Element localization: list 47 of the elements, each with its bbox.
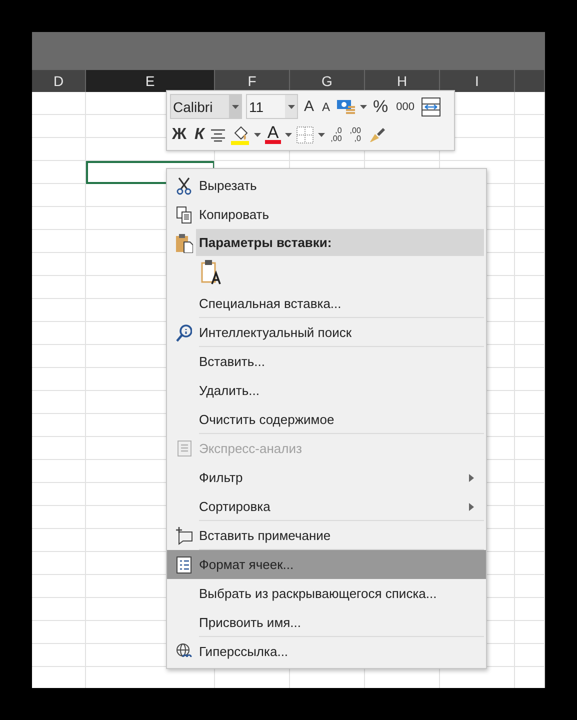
bold-button[interactable]: Ж bbox=[170, 126, 188, 144]
borders-icon bbox=[296, 126, 314, 144]
paste-values-button[interactable] bbox=[199, 258, 223, 286]
copy-icon bbox=[176, 206, 192, 224]
format-cells-icon bbox=[176, 556, 192, 574]
clipboard-letter-icon bbox=[200, 258, 222, 284]
fill-color-icon bbox=[230, 124, 250, 144]
menu-item[interactable]: Присвоить имя... bbox=[167, 608, 486, 637]
percent-button[interactable]: % bbox=[371, 96, 390, 116]
caret-icon bbox=[318, 132, 325, 136]
caret-icon bbox=[254, 132, 262, 136]
menu-item[interactable]: Гиперссылка... bbox=[167, 637, 486, 666]
menu-item[interactable]: Вставить... bbox=[167, 347, 486, 376]
comment-icon bbox=[175, 526, 193, 544]
wrap-icon bbox=[420, 96, 441, 116]
list-icon bbox=[176, 440, 192, 458]
font-color-button[interactable]: A bbox=[265, 125, 281, 144]
caret-icon bbox=[360, 104, 368, 108]
font-field[interactable]: Calibri bbox=[170, 94, 242, 119]
menu-item[interactable]: Вставить примечание bbox=[167, 521, 486, 550]
font-size-field[interactable]: 11 bbox=[246, 94, 298, 119]
menu-item[interactable]: Выбрать из раскрывающегося списка... bbox=[167, 579, 486, 608]
italic-button[interactable]: К bbox=[192, 126, 206, 144]
align-center-icon bbox=[210, 128, 226, 142]
menu-item[interactable]: Очистить содержимое bbox=[167, 405, 486, 434]
scissors-icon bbox=[176, 176, 192, 194]
caret-icon bbox=[232, 104, 238, 108]
shrink-font-button[interactable]: A bbox=[320, 100, 332, 114]
search-icon bbox=[176, 324, 192, 342]
clipboard-icon bbox=[175, 232, 193, 252]
menu-item[interactable]: Формат ячеек... bbox=[167, 550, 486, 579]
column-header[interactable]: E bbox=[86, 70, 215, 92]
grow-font-button[interactable]: A bbox=[302, 98, 316, 115]
menu-section-header: Параметры вставки: bbox=[196, 229, 484, 256]
menu-item[interactable]: Сортировка bbox=[167, 492, 486, 521]
menu-item[interactable]: Интеллектуальный поиск bbox=[167, 318, 486, 347]
caret-icon bbox=[284, 132, 292, 136]
menu-item[interactable]: Специальная вставка... bbox=[167, 289, 486, 318]
increase-decimal-button[interactable]: ,0 ,00 bbox=[328, 126, 344, 142]
thousands-button[interactable]: 000 bbox=[394, 100, 417, 112]
menu-item[interactable]: Удалить... bbox=[167, 376, 486, 405]
menu-item[interactable]: Вырезать bbox=[167, 171, 486, 200]
caret-icon bbox=[288, 104, 294, 108]
currency-icon bbox=[336, 98, 356, 116]
decrease-decimal-button[interactable]: ,00 ,0 bbox=[348, 126, 363, 142]
menu-item[interactable]: Фильтр bbox=[167, 463, 486, 492]
menu-item[interactable]: Копировать bbox=[167, 200, 486, 229]
